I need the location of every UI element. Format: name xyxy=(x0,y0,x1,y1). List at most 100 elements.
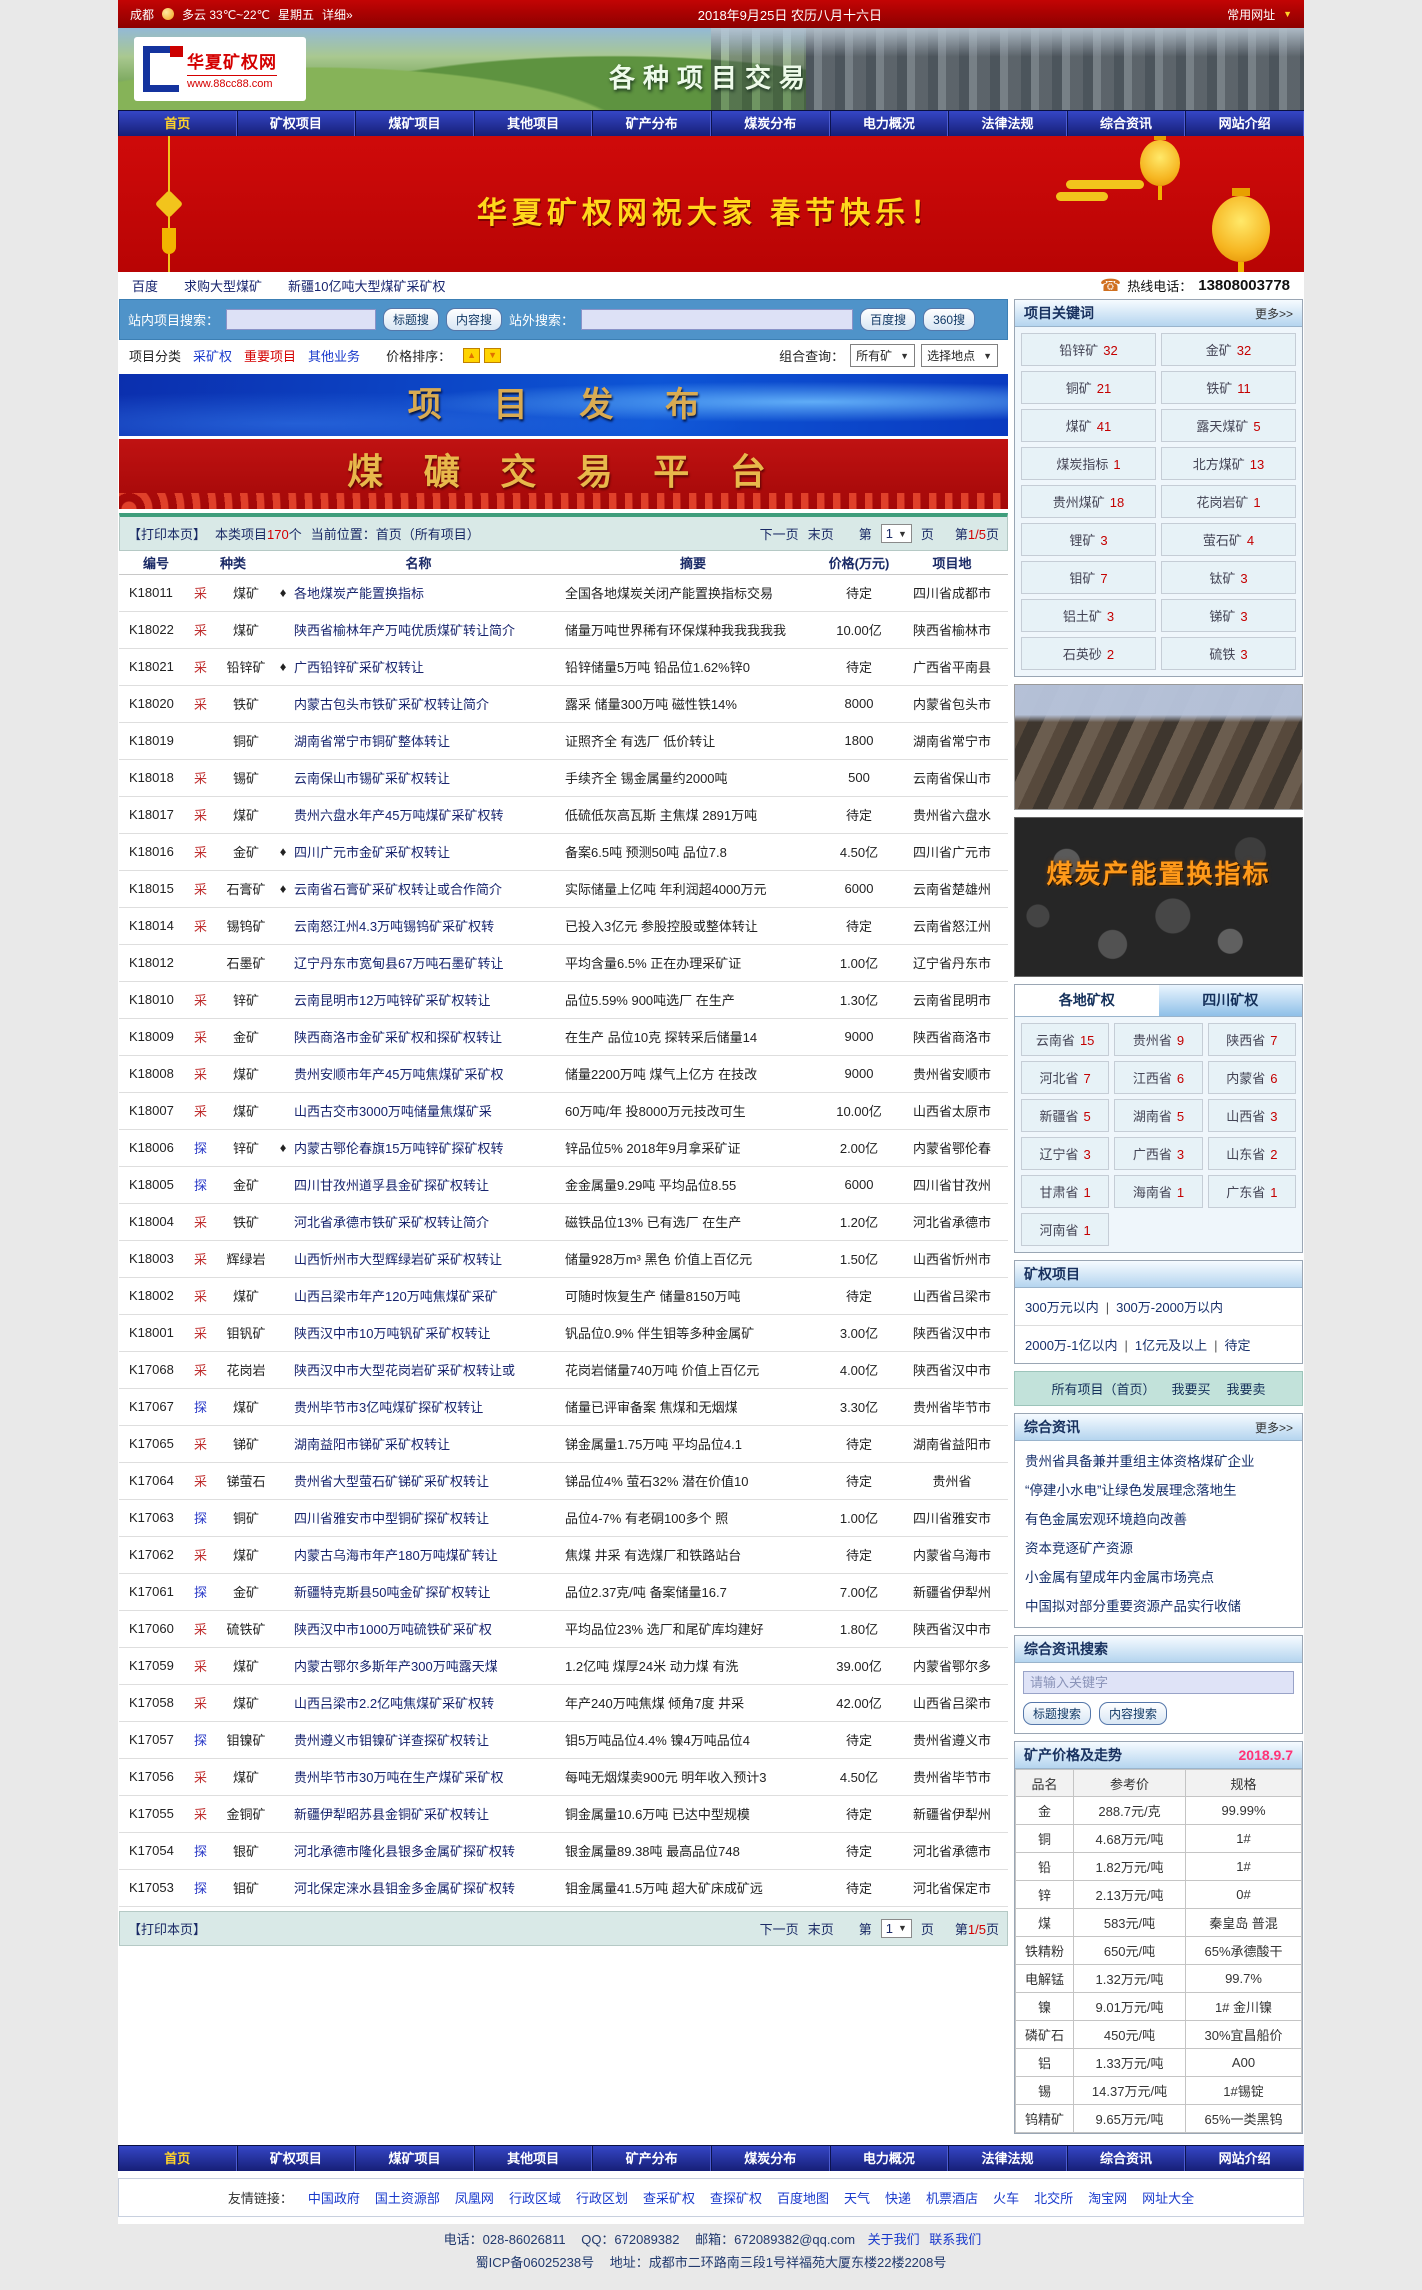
keyword-link-15[interactable]: 锑矿3 xyxy=(1161,599,1296,632)
province-link-14[interactable]: 广东省1 xyxy=(1208,1175,1296,1208)
common-sites-link[interactable]: 常用网址 xyxy=(1227,6,1275,23)
keyword-link-10[interactable]: 锂矿3 xyxy=(1021,523,1156,556)
important-projects-filter-link[interactable]: 重要项目 xyxy=(244,346,296,365)
listing-name-link[interactable]: 河北保定涞水县钼金多金属矿探矿权转 xyxy=(294,1881,515,1896)
listing-name-link[interactable]: 陕西汉中市大型花岗岩矿采矿权转让或 xyxy=(294,1363,515,1378)
listing-name-link[interactable]: 贵州毕节市30万吨在生产煤矿采矿权 xyxy=(294,1770,503,1785)
page-select[interactable]: 1 ▼ xyxy=(881,1919,912,1938)
next-page-link[interactable]: 下一页 xyxy=(760,524,799,543)
friend-link-2[interactable]: 凤凰网 xyxy=(455,2188,494,2207)
province-link-15[interactable]: 河南省1 xyxy=(1021,1213,1109,1246)
nav-item-8[interactable]: 综合资讯 xyxy=(1067,111,1186,136)
keyword-link-6[interactable]: 煤炭指标1 xyxy=(1021,447,1156,480)
listing-name-link[interactable]: 山西忻州市大型辉绿岩矿采矿权转让 xyxy=(294,1252,502,1267)
nav-item-2[interactable]: 煤矿项目 xyxy=(355,2146,474,2171)
province-link-5[interactable]: 内蒙省6 xyxy=(1208,1061,1296,1094)
price-range-link[interactable]: 2000万-1亿以内 xyxy=(1025,1338,1117,1353)
listing-name-link[interactable]: 贵州安顺市年产45万吨焦煤矿采矿权 xyxy=(294,1067,503,1082)
news-link-5[interactable]: 中国拟对部分重要资源产品实行收储 xyxy=(1025,1592,1292,1621)
friend-link-0[interactable]: 中国政府 xyxy=(308,2188,360,2207)
nav-item-0[interactable]: 首页 xyxy=(118,2146,237,2171)
listing-name-link[interactable]: 云南省石膏矿采矿权转让或合作简介 xyxy=(294,882,502,897)
listing-name-link[interactable]: 山西古交市3000万吨储量焦煤矿采 xyxy=(294,1104,492,1119)
nav-item-4[interactable]: 矿产分布 xyxy=(592,111,711,136)
nav-item-4[interactable]: 矿产分布 xyxy=(592,2146,711,2171)
listing-name-link[interactable]: 湖南益阳市锑矿采矿权转让 xyxy=(294,1437,450,1452)
news-link-0[interactable]: 贵州省具备兼并重组主体资格煤矿企业 xyxy=(1025,1447,1292,1476)
listing-name-link[interactable]: 内蒙古包头市铁矿采矿权转让简介 xyxy=(294,697,489,712)
nav-item-6[interactable]: 电力概况 xyxy=(830,111,949,136)
province-link-0[interactable]: 云南省15 xyxy=(1021,1023,1109,1056)
keyword-link-3[interactable]: 铁矿11 xyxy=(1161,371,1296,404)
last-page-link[interactable]: 末页 xyxy=(808,524,834,543)
province-link-13[interactable]: 海南省1 xyxy=(1114,1175,1202,1208)
title-search-button[interactable]: 标题搜 xyxy=(383,308,439,331)
print-page-link[interactable]: 【打印本页】 xyxy=(128,524,206,543)
friend-link-9[interactable]: 快递 xyxy=(885,2188,911,2207)
keyword-link-11[interactable]: 萤石矿4 xyxy=(1161,523,1296,556)
listing-name-link[interactable]: 陕西商洛市金矿采矿权和探矿权转让 xyxy=(294,1030,502,1045)
coal-indicator-banner[interactable]: 煤炭产能置换指标 xyxy=(1014,817,1303,977)
last-page-link[interactable]: 末页 xyxy=(808,1919,834,1938)
news-link-3[interactable]: 资本竞逐矿产资源 xyxy=(1025,1534,1292,1563)
keyword-link-1[interactable]: 金矿32 xyxy=(1161,333,1296,366)
listing-name-link[interactable]: 湖南省常宁市铜矿整体转让 xyxy=(294,734,450,749)
mineral-type-select[interactable]: 所有矿 ▼ xyxy=(850,344,915,367)
baidu-search-button[interactable]: 百度搜 xyxy=(860,308,916,331)
sort-descending-button[interactable]: ▼ xyxy=(484,348,501,363)
keyword-link-12[interactable]: 钼矿7 xyxy=(1021,561,1156,594)
listing-name-link[interactable]: 陕西汉中市10万吨钒矿采矿权转让 xyxy=(294,1326,490,1341)
project-nav-link-2[interactable]: 我要卖 xyxy=(1227,1379,1266,1398)
friend-link-3[interactable]: 行政区域 xyxy=(509,2188,561,2207)
listing-name-link[interactable]: 山西吕梁市年产120万吨焦煤矿采矿 xyxy=(294,1289,498,1304)
province-link-8[interactable]: 山西省3 xyxy=(1208,1099,1296,1132)
quick-link-1[interactable]: 求购大型煤矿 xyxy=(184,276,262,295)
next-page-link[interactable]: 下一页 xyxy=(760,1919,799,1938)
keyword-link-9[interactable]: 花岗岩矿1 xyxy=(1161,485,1296,518)
keyword-link-0[interactable]: 铅锌矿32 xyxy=(1021,333,1156,366)
keyword-link-7[interactable]: 北方煤矿13 xyxy=(1161,447,1296,480)
listing-name-link[interactable]: 贵州遵义市钼镍矿详查探矿权转让 xyxy=(294,1733,489,1748)
friend-link-5[interactable]: 查采矿权 xyxy=(643,2188,695,2207)
location-select[interactable]: 选择地点 ▼ xyxy=(921,344,998,367)
page-select[interactable]: 1 ▼ xyxy=(881,524,912,543)
listing-name-link[interactable]: 内蒙古鄂尔多斯年产300万吨露天煤 xyxy=(294,1659,498,1674)
nav-item-6[interactable]: 电力概况 xyxy=(830,2146,949,2171)
listing-name-link[interactable]: 河北省承德市铁矿采矿权转让简介 xyxy=(294,1215,489,1230)
quick-link-0[interactable]: 百度 xyxy=(132,276,158,295)
keyword-link-14[interactable]: 铝土矿3 xyxy=(1021,599,1156,632)
listing-name-link[interactable]: 广西铅锌矿采矿权转让 xyxy=(294,660,424,675)
content-search-button[interactable]: 内容搜 xyxy=(446,308,502,331)
news-search-input[interactable] xyxy=(1023,1671,1294,1694)
weather-detail-link[interactable]: 详细» xyxy=(322,6,353,23)
friend-link-11[interactable]: 火车 xyxy=(993,2188,1019,2207)
listing-name-link[interactable]: 贵州毕节市3亿吨煤矿探矿权转让 xyxy=(294,1400,483,1415)
project-nav-link-1[interactable]: 我要买 xyxy=(1171,1379,1210,1398)
listing-name-link[interactable]: 内蒙古乌海市年产180万吨煤矿转让 xyxy=(294,1548,498,1563)
external-search-input[interactable] xyxy=(581,309,853,330)
listing-name-link[interactable]: 内蒙古鄂伦春旗15万吨锌矿探矿权转 xyxy=(294,1141,503,1156)
nav-item-7[interactable]: 法律法规 xyxy=(948,2146,1067,2171)
nav-item-5[interactable]: 煤炭分布 xyxy=(711,2146,830,2171)
price-range-link[interactable]: 1亿元及以上 xyxy=(1135,1338,1207,1353)
nav-item-9[interactable]: 网站介绍 xyxy=(1185,2146,1304,2171)
friend-link-1[interactable]: 国土资源部 xyxy=(375,2188,440,2207)
friend-link-10[interactable]: 机票酒店 xyxy=(926,2188,978,2207)
listing-name-link[interactable]: 陕西省榆林年产万吨优质煤矿转让简介 xyxy=(294,623,515,638)
news-link-2[interactable]: 有色金属宏观环境趋向改善 xyxy=(1025,1505,1292,1534)
print-page-link[interactable]: 【打印本页】 xyxy=(128,1919,206,1938)
province-link-9[interactable]: 辽宁省3 xyxy=(1021,1137,1109,1170)
price-range-link[interactable]: 300万元以内 xyxy=(1025,1300,1099,1315)
keywords-more-link[interactable]: 更多>> xyxy=(1255,305,1293,322)
listing-name-link[interactable]: 新疆特克斯县50吨金矿探矿权转让 xyxy=(294,1585,490,1600)
province-link-4[interactable]: 江西省6 xyxy=(1114,1061,1202,1094)
tab-sichuan[interactable]: 四川矿权 xyxy=(1159,985,1303,1016)
mining-right-filter-link[interactable]: 采矿权 xyxy=(193,346,232,365)
listing-name-link[interactable]: 贵州六盘水年产45万吨煤矿采矿权转 xyxy=(294,808,503,823)
nav-item-1[interactable]: 矿权项目 xyxy=(237,2146,356,2171)
province-link-1[interactable]: 贵州省9 xyxy=(1114,1023,1202,1056)
friend-link-14[interactable]: 网址大全 xyxy=(1142,2188,1194,2207)
keyword-link-5[interactable]: 露天煤矿5 xyxy=(1161,409,1296,442)
province-link-11[interactable]: 山东省2 xyxy=(1208,1137,1296,1170)
news-title-search-button[interactable]: 标题搜索 xyxy=(1023,1702,1091,1725)
